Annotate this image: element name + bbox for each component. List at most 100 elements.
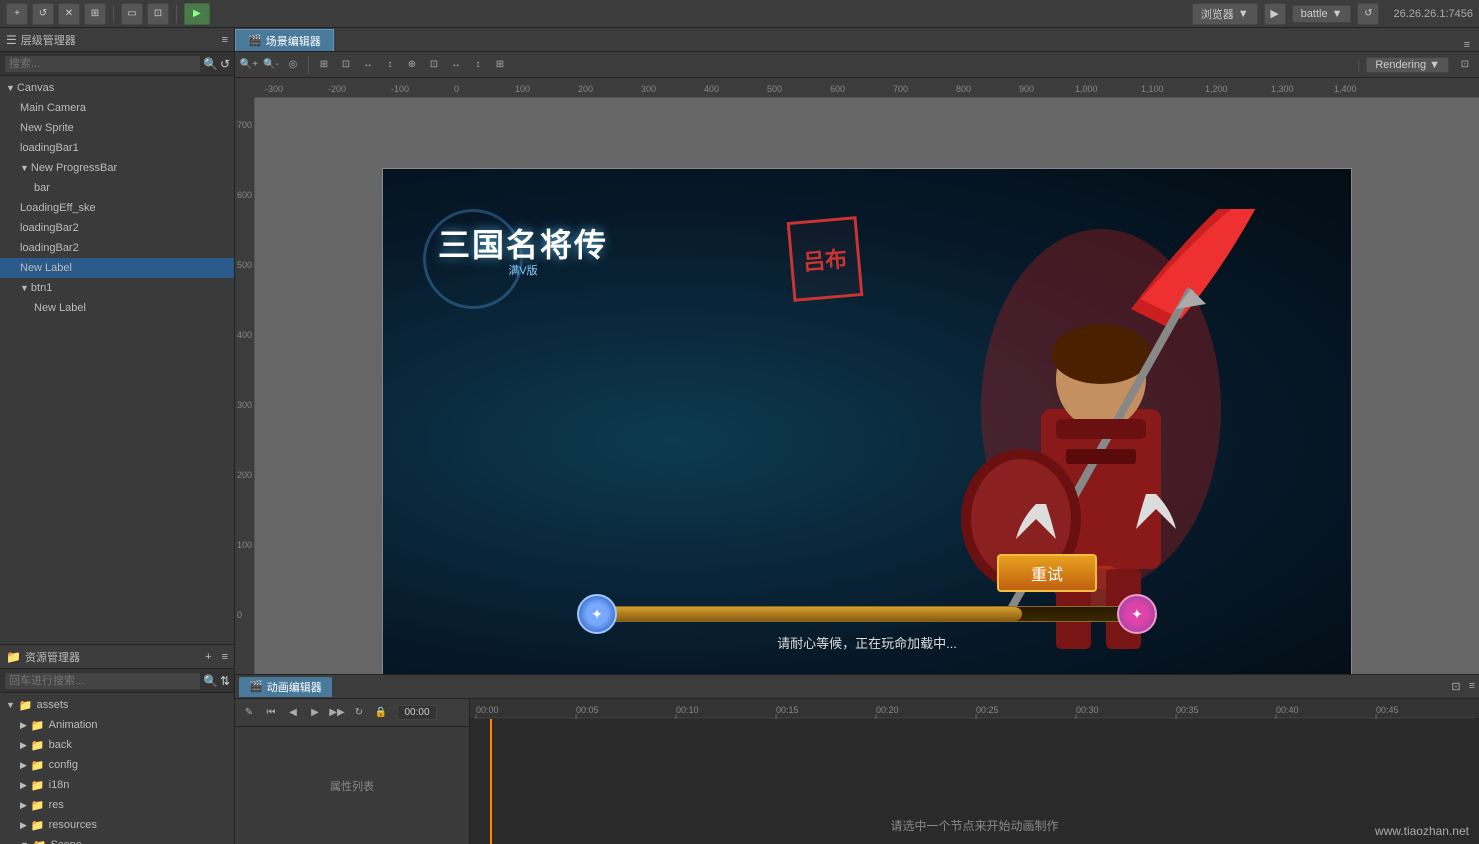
align-btn1[interactable]: ⊞ [314,55,334,75]
layer-item-canvas[interactable]: ▼ Canvas [0,78,234,98]
ruler-vertical: 700 600 500 400 300 200 100 0 [235,98,255,674]
refresh-scene-btn[interactable]: ↺ [1357,3,1379,25]
layer-item-btn1[interactable]: ▼ btn1 [0,278,234,298]
svg-text:600: 600 [830,84,845,94]
layer-maincamera-label: Main Camera [20,102,86,114]
anim-edit-btn[interactable]: ✎ [239,703,259,723]
asset-manager-title: 资源管理器 [25,649,201,665]
anim-tab-label: 动画编辑器 [267,679,322,695]
layer-item-maincamera[interactable]: Main Camera [0,98,234,118]
zoom-out-btn[interactable]: 🔍- [261,55,281,75]
align-btn7[interactable]: ↔ [446,55,466,75]
layer-item-loadingbar1[interactable]: loadingBar1 [0,138,234,158]
asset-item-animation[interactable]: ▶ 📁 Animation [0,715,234,735]
3d-btn[interactable]: ▶ [184,3,210,25]
anim-menu-icon[interactable]: ≡ [1469,680,1475,693]
svg-text:600: 600 [237,190,252,200]
layer-loadingeff-label: LoadingEff_ske [20,202,96,214]
svg-text:-300: -300 [265,84,283,94]
svg-text:1,000: 1,000 [1075,84,1098,94]
align-btn5[interactable]: ⊕ [402,55,422,75]
layer-item-bar[interactable]: bar [0,178,234,198]
asset-item-config[interactable]: ▶ 📁 config [0,755,234,775]
asset-icon: 📁 [6,650,21,664]
layer-item-progressbar[interactable]: ▼ New ProgressBar [0,158,234,178]
asset-item-res[interactable]: ▶ 📁 res [0,795,234,815]
anim-loop-btn[interactable]: ↻ [349,703,369,723]
zoom-in-btn[interactable]: 🔍+ [239,55,259,75]
svg-text:00:00: 00:00 [476,705,499,715]
scene-editor-tabs: 🎬 场景编辑器 ≡ [235,28,1479,52]
resources-arrow-icon: ▶ [20,820,27,831]
anim-tab-actions: ⊡ ≡ [1451,680,1475,693]
align-btn6[interactable]: ⊡ [424,55,444,75]
battle-select[interactable]: battle ▼ [1292,5,1352,23]
align-btn2[interactable]: ⊡ [336,55,356,75]
align-btn4[interactable]: ↕ [380,55,400,75]
timeline-header: 00:00 00:05 00:10 00:15 00:20 00:25 [470,699,1479,719]
retry-button[interactable]: 重试 [997,554,1097,592]
scene-editor-tab[interactable]: 🎬 场景编辑器 [235,29,334,51]
transform-btn[interactable]: ⊡ [147,3,169,25]
layer-item-newsprite[interactable]: New Sprite [0,118,234,138]
refresh-btn[interactable]: ↺ [32,3,54,25]
asset-item-assets[interactable]: ▼ 📁 assets [0,695,234,715]
scene-tab-action-btn[interactable]: ≡ [1461,39,1473,51]
layer-item-newlabel2[interactable]: New Label [0,298,234,318]
asset-add-icon[interactable]: + [205,651,211,663]
rendering-separator: | [1357,58,1360,72]
layer-item-loadingbar2a[interactable]: loadingBar2 [0,218,234,238]
asset-menu-icon[interactable]: ≡ [222,651,228,663]
scene-viewport[interactable]: 使用鼠标右键平移视图靠近，使用滚轮缩放视图 -300 -200 -100 0 1… [235,78,1479,674]
anim-start-btn[interactable]: ⏮ [261,703,281,723]
add-btn[interactable]: + [6,3,28,25]
svg-text:200: 200 [237,470,252,480]
anim-time-input[interactable]: 00:00 [397,705,437,720]
asset-assets-label: assets [37,699,69,711]
zoom-reset-btn[interactable]: ◎ [283,55,303,75]
scene-more-btn[interactable]: ⊡ [1455,55,1475,75]
svg-text:400: 400 [704,84,719,94]
asset-search-bar: 🔍 ⇅ [0,669,234,693]
asset-search-input[interactable] [4,672,201,690]
asset-item-resources[interactable]: ▶ 📁 resources [0,815,234,835]
refresh-layer-icon[interactable]: ↺ [220,57,230,71]
grid-btn[interactable]: ⊞ [84,3,106,25]
scene-toolbar: 🔍+ 🔍- ◎ ⊞ ⊡ ↔ ↕ ⊕ ⊡ ↔ ↕ ⊞ | Rendering ▼ … [235,52,1479,78]
align-btn9[interactable]: ⊞ [490,55,510,75]
layer-search-input[interactable] [4,55,201,73]
play-btn[interactable]: ▶ [1264,3,1286,25]
layer-manager-menu-icon[interactable]: ≡ [222,34,228,46]
svg-text:500: 500 [767,84,782,94]
layer-bar-label: bar [34,182,50,194]
asset-item-back[interactable]: ▶ 📁 back [0,735,234,755]
browser-btn[interactable]: 浏览器 ▼ [1192,3,1258,25]
layer-item-loadingeff[interactable]: LoadingEff_ske [0,198,234,218]
anim-play-btn[interactable]: ▶ [305,703,325,723]
top-toolbar: + ↺ ✕ ⊞ ▭ ⊡ ▶ 浏览器 ▼ ▶ battle ▼ ↺ 26.26.2… [0,0,1479,28]
svg-text:00:40: 00:40 [1276,705,1299,715]
asset-item-scene[interactable]: ▼ 📁 Scene [0,835,234,844]
resources-folder-icon: 📁 [31,819,45,832]
layer-item-newlabel1[interactable]: New Label [0,258,234,278]
layer-item-loadingbar2b[interactable]: loadingBar2 [0,238,234,258]
anim-editor-tab[interactable]: 🎬 动画编辑器 [239,677,332,697]
anim-prev-btn[interactable]: ◀ [283,703,303,723]
asset-search-icon[interactable]: 🔍 [203,674,218,688]
asset-sort-icon[interactable]: ⇅ [220,674,230,688]
browser-arrow-icon: ▼ [1238,8,1249,20]
game-subtitle: 满V版 [508,262,537,278]
rect-btn[interactable]: ▭ [121,3,143,25]
anim-expand-icon[interactable]: ⊡ [1451,680,1460,693]
anim-lock-btn[interactable]: 🔒 [371,703,391,723]
close-btn[interactable]: ✕ [58,3,80,25]
asset-item-i18n[interactable]: ▶ 📁 i18n [0,775,234,795]
rendering-arrow-icon: ▼ [1429,59,1440,71]
toolbar-right: 浏览器 ▼ ▶ battle ▼ ↺ 26.26.26.1:7456 [1192,3,1473,25]
svg-text:300: 300 [237,400,252,410]
align-btn3[interactable]: ↔ [358,55,378,75]
anim-next-btn[interactable]: ▶▶ [327,703,347,723]
search-icon[interactable]: 🔍 [203,57,218,71]
rendering-btn[interactable]: Rendering ▼ [1366,57,1449,73]
align-btn8[interactable]: ↕ [468,55,488,75]
